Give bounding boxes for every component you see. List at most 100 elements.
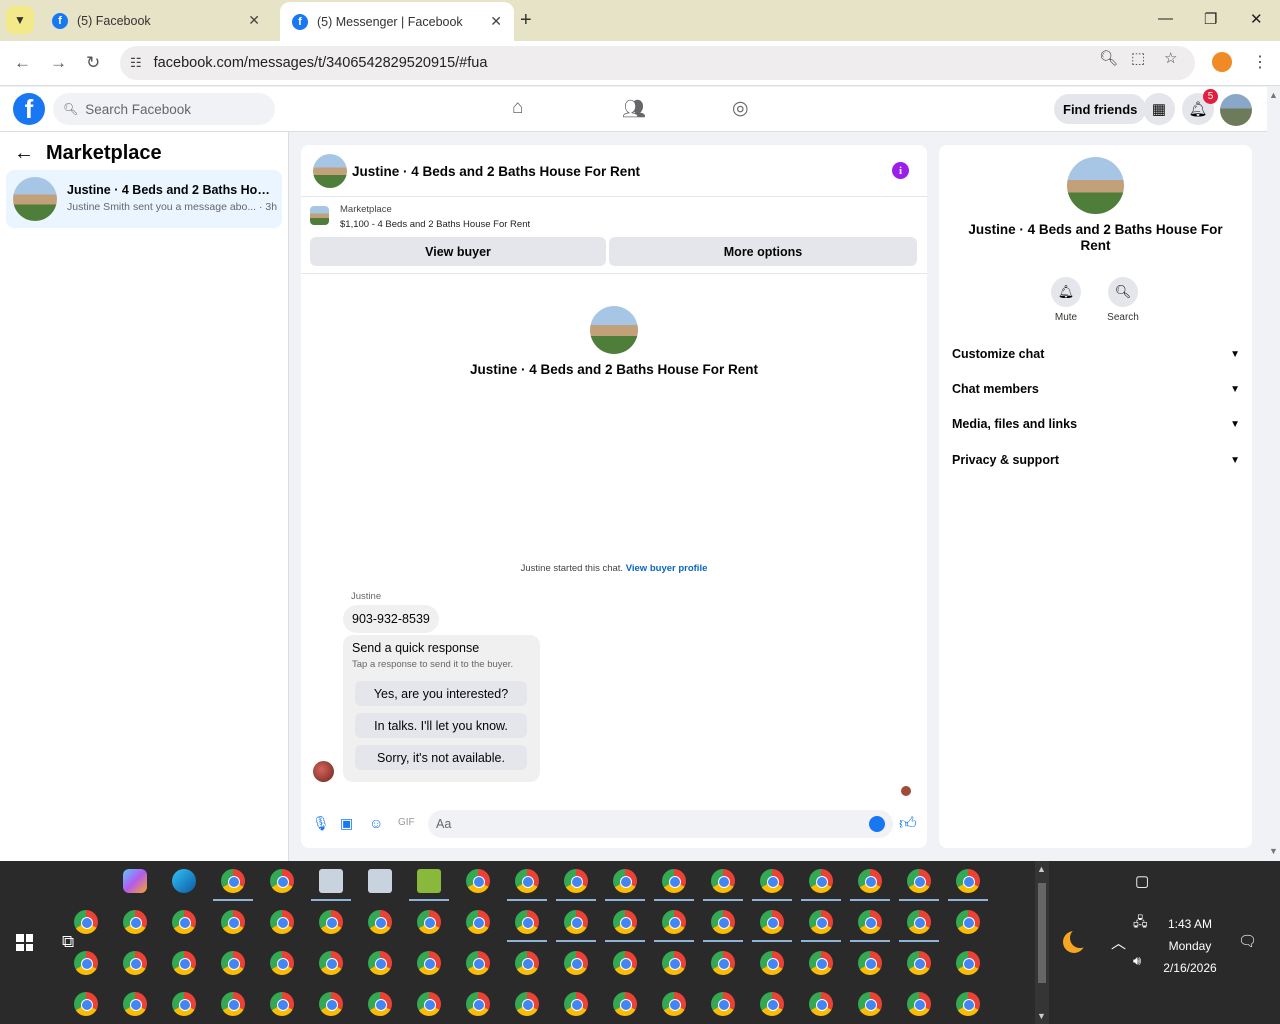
chrome-profile-icon[interactable] bbox=[319, 951, 343, 975]
volume-icon[interactable]: 🔊︎ bbox=[1133, 953, 1141, 969]
view-buyer-button[interactable]: View buyer bbox=[310, 237, 606, 266]
chrome-profile-icon[interactable] bbox=[417, 910, 441, 934]
window-close-button[interactable]: ✕ bbox=[1250, 10, 1263, 28]
chrome-profile-icon[interactable] bbox=[662, 992, 686, 1016]
section-privacy-support[interactable]: Privacy & support ▼ bbox=[952, 450, 1240, 470]
view-buyer-profile-link[interactable]: View buyer profile bbox=[626, 563, 708, 574]
sticker-icon[interactable]: ☺ bbox=[369, 815, 383, 831]
chrome-profile-icon[interactable] bbox=[858, 910, 882, 934]
chrome-profile-icon[interactable] bbox=[270, 910, 294, 934]
copilot-icon[interactable] bbox=[123, 869, 147, 893]
chrome-profile-icon[interactable] bbox=[172, 910, 196, 934]
chat-title[interactable]: Justine · 4 Beds and 2 Baths House For R… bbox=[352, 164, 640, 179]
chrome-profile-icon[interactable] bbox=[662, 951, 686, 975]
chrome-profile-icon[interactable] bbox=[466, 992, 490, 1016]
microphone-icon[interactable]: 🎙︎ bbox=[312, 815, 330, 832]
system-clock[interactable]: 1:43 AM Monday 2/16/2026 bbox=[1160, 913, 1220, 979]
chrome-profile-icon[interactable] bbox=[74, 951, 98, 975]
bell-icon[interactable]: 🔔︎ bbox=[1051, 277, 1081, 307]
scroll-up-icon[interactable]: ▲ bbox=[1037, 864, 1046, 874]
tab-facebook[interactable]: f (5) Facebook ✕ bbox=[40, 0, 272, 41]
chrome-profile-icon[interactable] bbox=[466, 951, 490, 975]
chrome-profile-icon[interactable] bbox=[368, 951, 392, 975]
house-avatar[interactable] bbox=[313, 154, 347, 188]
extension-icon[interactable] bbox=[1212, 52, 1232, 72]
chrome-profile-icon[interactable] bbox=[172, 992, 196, 1016]
account-avatar[interactable] bbox=[1220, 94, 1252, 126]
friends-icon[interactable]: 👥︎ bbox=[622, 97, 646, 121]
chrome-profile-icon[interactable] bbox=[711, 951, 735, 975]
conversation-item[interactable]: Justine · 4 Beds and 2 Baths House For R… bbox=[6, 170, 282, 228]
url-bar[interactable]: ☷ facebook.com/messages/t/34065428295209… bbox=[120, 46, 1195, 80]
tab-messenger[interactable]: f (5) Messenger | Facebook ✕ bbox=[280, 2, 514, 41]
chrome-profile-icon[interactable] bbox=[760, 910, 784, 934]
chrome-profile-icon[interactable] bbox=[956, 951, 980, 975]
chrome-profile-icon[interactable] bbox=[221, 910, 245, 934]
chrome-profile-icon[interactable] bbox=[613, 910, 637, 934]
chrome-profile-icon[interactable] bbox=[221, 869, 245, 893]
photo-icon[interactable]: ▣ bbox=[340, 815, 353, 832]
back-arrow-icon[interactable]: ← bbox=[14, 142, 34, 165]
chrome-profile-icon[interactable] bbox=[956, 910, 980, 934]
chrome-profile-icon[interactable] bbox=[74, 992, 98, 1016]
chrome-profile-icon[interactable] bbox=[564, 992, 588, 1016]
search-button[interactable]: 🔍︎ Search bbox=[1093, 277, 1153, 323]
forward-icon[interactable]: → bbox=[50, 53, 67, 73]
search-icon[interactable]: 🔍︎ bbox=[1108, 277, 1138, 307]
chrome-profile-icon[interactable] bbox=[760, 951, 784, 975]
chrome-profile-icon[interactable] bbox=[123, 992, 147, 1016]
chrome-profile-icon[interactable] bbox=[613, 951, 637, 975]
chrome-profile-icon[interactable] bbox=[74, 910, 98, 934]
chrome-profile-icon[interactable] bbox=[466, 869, 490, 893]
sender-avatar[interactable] bbox=[313, 761, 334, 782]
chrome-profile-icon[interactable] bbox=[319, 910, 343, 934]
network-icon[interactable]: 🖧︎ bbox=[1133, 913, 1148, 935]
scroll-down-icon[interactable]: ▼ bbox=[1037, 1011, 1046, 1021]
zoom-icon[interactable]: 🔍︎ bbox=[1099, 49, 1118, 67]
more-options-button[interactable]: More options bbox=[609, 237, 917, 266]
chrome-profile-icon[interactable] bbox=[270, 992, 294, 1016]
new-tab-button[interactable]: + bbox=[520, 9, 532, 32]
chrome-profile-icon[interactable] bbox=[123, 951, 147, 975]
tab-search-button[interactable]: ▼ bbox=[6, 6, 34, 34]
chrome-profile-icon[interactable] bbox=[515, 992, 539, 1016]
chrome-profile-icon[interactable] bbox=[613, 869, 637, 893]
notepad-icon[interactable] bbox=[417, 869, 441, 893]
meet-now-icon[interactable]: ▢ bbox=[1135, 872, 1149, 890]
show-hidden-icons-chevron-icon[interactable]: ︿ bbox=[1111, 932, 1126, 953]
facebook-search-input[interactable]: 🔍︎ Search Facebook bbox=[53, 93, 275, 125]
chrome-profile-icon[interactable] bbox=[515, 869, 539, 893]
chrome-profile-icon[interactable] bbox=[809, 992, 833, 1016]
quick-response-option[interactable]: Yes, are you interested? bbox=[355, 681, 527, 706]
windows-start-icon[interactable] bbox=[16, 934, 33, 951]
chrome-profile-icon[interactable] bbox=[858, 869, 882, 893]
section-chat-members[interactable]: Chat members ▼ bbox=[952, 379, 1240, 399]
emoji-icon[interactable] bbox=[869, 816, 885, 832]
minimize-button[interactable]: — bbox=[1158, 10, 1173, 27]
facebook-logo[interactable]: f bbox=[13, 93, 45, 125]
edge-icon[interactable] bbox=[172, 869, 196, 893]
chrome-profile-icon[interactable] bbox=[270, 869, 294, 893]
chrome-profile-icon[interactable] bbox=[809, 951, 833, 975]
page-scroll-down-icon[interactable]: ▼ bbox=[1269, 846, 1278, 856]
message-bubble[interactable]: 903-932-8539 bbox=[343, 605, 439, 633]
quick-response-option[interactable]: Sorry, it's not available. bbox=[355, 745, 527, 770]
tab-close-icon[interactable]: ✕ bbox=[248, 12, 260, 29]
chrome-profile-icon[interactable] bbox=[711, 992, 735, 1016]
chrome-profile-icon[interactable] bbox=[907, 910, 931, 934]
chrome-profile-icon[interactable] bbox=[956, 992, 980, 1016]
thumbs-up-icon[interactable]: 👍︎ bbox=[899, 813, 917, 834]
restore-button[interactable]: ❐ bbox=[1204, 10, 1217, 28]
chrome-profile-icon[interactable] bbox=[368, 910, 392, 934]
chrome-menu-icon[interactable]: ⋮ bbox=[1252, 52, 1268, 72]
message-input[interactable]: Aa bbox=[428, 810, 893, 838]
notification-center-icon[interactable]: 🗨︎ bbox=[1238, 932, 1257, 950]
chrome-profile-icon[interactable] bbox=[662, 910, 686, 934]
chrome-profile-icon[interactable] bbox=[515, 951, 539, 975]
chrome-profile-icon[interactable] bbox=[417, 992, 441, 1016]
scroll-thumb[interactable] bbox=[1038, 883, 1046, 983]
chrome-profile-icon[interactable] bbox=[662, 869, 686, 893]
menu-grid-icon[interactable]: ▦ bbox=[1143, 93, 1175, 125]
chrome-profile-icon[interactable] bbox=[270, 951, 294, 975]
section-customize-chat[interactable]: Customize chat ▼ bbox=[952, 344, 1240, 364]
